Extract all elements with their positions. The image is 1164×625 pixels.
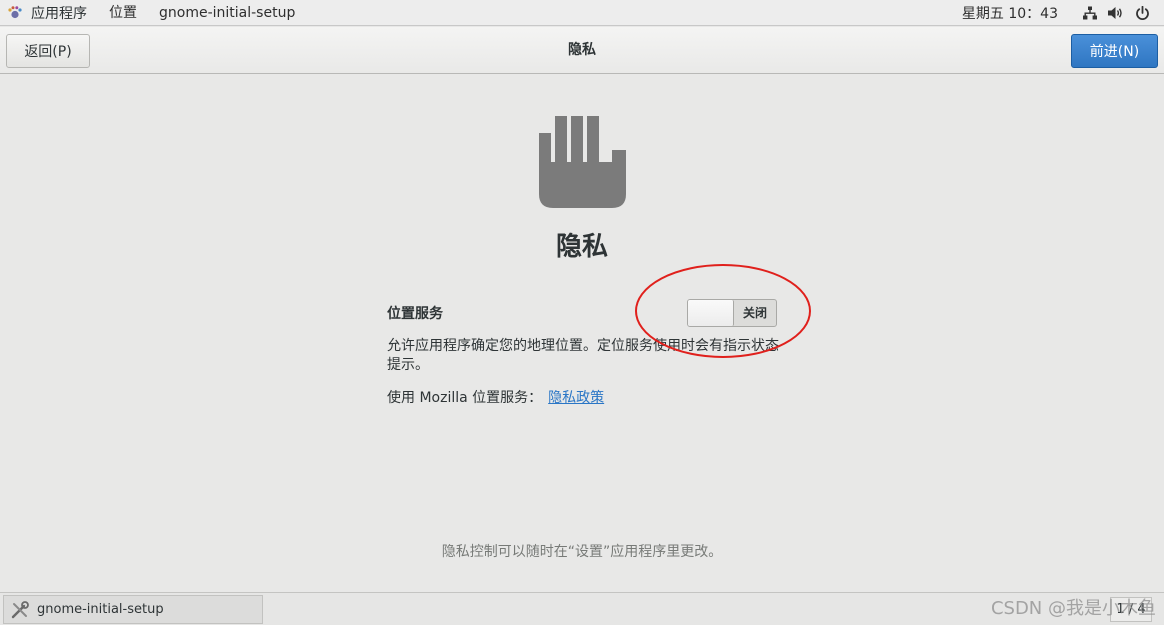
privacy-policy-link[interactable]: 隐私政策 bbox=[548, 390, 604, 406]
header-bar: 返回(P) 隐私 前进(N) bbox=[0, 27, 1164, 74]
bottom-taskbar: gnome-initial-setup 1 / 4 bbox=[0, 592, 1164, 625]
applications-menu[interactable]: 应用程序 bbox=[0, 3, 98, 23]
settings-hint: 隐私控制可以随时在“设置”应用程序里更改。 bbox=[441, 544, 723, 560]
location-services-label: 位置服务 bbox=[387, 306, 443, 322]
power-icon[interactable] bbox=[1134, 5, 1150, 21]
mozilla-prefix: 使用 Mozilla 位置服务： bbox=[387, 390, 543, 406]
mozilla-line: 使用 Mozilla 位置服务： 隐私政策 bbox=[387, 387, 604, 407]
switch-state-label: 关闭 bbox=[742, 306, 767, 320]
clock[interactable]: 星期五 10：43 bbox=[962, 3, 1058, 23]
switch-knob[interactable] bbox=[688, 300, 734, 326]
gnome-foot-icon bbox=[8, 5, 22, 18]
privacy-hand-icon bbox=[539, 116, 626, 208]
active-window-menu[interactable]: gnome-initial-setup bbox=[148, 0, 306, 26]
taskbar-window-button[interactable]: gnome-initial-setup bbox=[3, 595, 263, 624]
csdn-watermark: CSDN @我是小木鱼 bbox=[990, 598, 1156, 619]
top-panel-status: 星期五 10：43 bbox=[962, 0, 1164, 26]
top-menu: 应用程序 位置 gnome-initial-setup bbox=[0, 0, 306, 26]
volume-icon[interactable] bbox=[1108, 5, 1124, 21]
top-panel: 应用程序 位置 gnome-initial-setup 星期五 10：43 bbox=[0, 0, 1164, 26]
back-button[interactable]: 返回(P) bbox=[6, 34, 90, 68]
next-button[interactable]: 前进(N) bbox=[1071, 34, 1158, 68]
network-icon[interactable] bbox=[1082, 5, 1098, 21]
location-services-switch[interactable]: 关闭 bbox=[687, 299, 777, 327]
setup-tools-icon bbox=[11, 600, 29, 618]
applications-label: 应用程序 bbox=[31, 5, 87, 22]
places-menu[interactable]: 位置 bbox=[98, 0, 148, 26]
taskbar-window-label: gnome-initial-setup bbox=[37, 602, 164, 617]
location-description: 允许应用程序确定您的地理位置。定位服务使用时会有指示状态提示。 bbox=[387, 338, 779, 373]
header-title: 隐私 bbox=[568, 42, 596, 58]
page-heading: 隐私 bbox=[555, 232, 608, 262]
